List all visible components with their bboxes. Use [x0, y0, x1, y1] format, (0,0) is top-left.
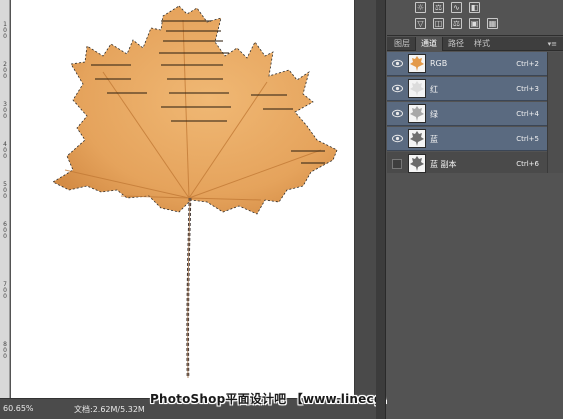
- eye-icon[interactable]: [392, 134, 403, 143]
- document-info[interactable]: 文档:2.62M/5.32M: [74, 404, 145, 415]
- eye-icon[interactable]: [392, 59, 403, 68]
- channel-thumbnail: [408, 79, 426, 98]
- channel-row-rgb[interactable]: RGB Ctrl+2: [387, 52, 547, 76]
- ruler-tick: 7 0 0: [3, 281, 7, 300]
- channel-name: 绿: [430, 110, 438, 119]
- channel-shortcut: Ctrl+4: [516, 110, 539, 118]
- ruler-tick: 3 0 0: [3, 101, 7, 120]
- channel-row-blue[interactable]: 蓝 Ctrl+5: [387, 127, 547, 151]
- channel-row-green[interactable]: 绿 Ctrl+4: [387, 102, 547, 126]
- channel-shortcut: Ctrl+2: [516, 60, 539, 68]
- eye-icon[interactable]: [392, 109, 403, 118]
- channels-scrollbar[interactable]: [547, 52, 563, 174]
- panel-tabs: 图层 通道 路径 样式 ▾≡: [387, 37, 563, 51]
- ruler-tick: 1 0 0: [3, 21, 7, 40]
- channel-name: 红: [430, 85, 438, 94]
- ruler-tick: 6 0 0: [3, 221, 7, 240]
- brightness-icon[interactable]: ☼: [415, 2, 426, 13]
- channel-thumbnail: [408, 154, 426, 173]
- channel-thumbnail: [408, 129, 426, 148]
- tab-layers[interactable]: 图层: [389, 37, 415, 51]
- channel-shortcut: Ctrl+6: [516, 160, 539, 168]
- ruler-tick: 4 0 0: [3, 141, 7, 160]
- hue-icon[interactable]: ◫: [433, 18, 444, 29]
- channel-name: 蓝 副本: [430, 160, 457, 169]
- ruler-tick: 5 0 0: [3, 181, 7, 200]
- channel-shortcut: Ctrl+5: [516, 135, 539, 143]
- ruler-tick: 8 0 0: [3, 341, 7, 360]
- ruler-tick: 2 0 0: [3, 61, 7, 80]
- curves-icon[interactable]: ∿: [451, 2, 462, 13]
- vertical-ruler: 1 0 0 2 0 0 3 0 0 4 0 0 5 0 0 6 0 0 7 0 …: [0, 0, 10, 398]
- vibrance-icon[interactable]: ▽: [415, 18, 426, 29]
- exposure-icon[interactable]: ◧: [469, 2, 480, 13]
- tab-paths[interactable]: 路径: [443, 37, 469, 51]
- eye-icon[interactable]: [392, 84, 403, 93]
- channel-thumbnail: [408, 104, 426, 123]
- channel-name: RGB: [430, 59, 448, 68]
- panel-empty-area: [387, 173, 563, 419]
- canvas-gutter: [354, 0, 376, 398]
- adjustments-panel: ☼ ⚖ ∿ ◧ ▽ ◫ ⚖ ▣ ▦: [387, 0, 563, 36]
- channel-shortcut: Ctrl+3: [516, 85, 539, 93]
- maple-leaf-image: [52, 5, 338, 379]
- photo-filter-icon[interactable]: ▣: [469, 18, 480, 29]
- channel-row-red[interactable]: 红 Ctrl+3: [387, 77, 547, 101]
- channel-name: 蓝: [430, 135, 438, 144]
- zoom-level[interactable]: 60.65%: [3, 404, 34, 413]
- visibility-toggle[interactable]: [392, 159, 402, 169]
- levels-icon[interactable]: ⚖: [433, 2, 444, 13]
- color-balance-icon[interactable]: ⚖: [451, 18, 462, 29]
- document-canvas[interactable]: [11, 0, 354, 398]
- panel-menu-icon[interactable]: ▾≡: [548, 37, 557, 51]
- channel-mixer-icon[interactable]: ▦: [487, 18, 498, 29]
- tab-channels[interactable]: 通道: [415, 37, 443, 51]
- panel-area: ☼ ⚖ ∿ ◧ ▽ ◫ ⚖ ▣ ▦ 图层 通道 路径 样式 ▾≡ RGB Ctr…: [387, 0, 563, 419]
- panel-dock-strip: [376, 0, 386, 419]
- channel-thumbnail: [408, 54, 426, 73]
- tab-styles[interactable]: 样式: [469, 37, 495, 51]
